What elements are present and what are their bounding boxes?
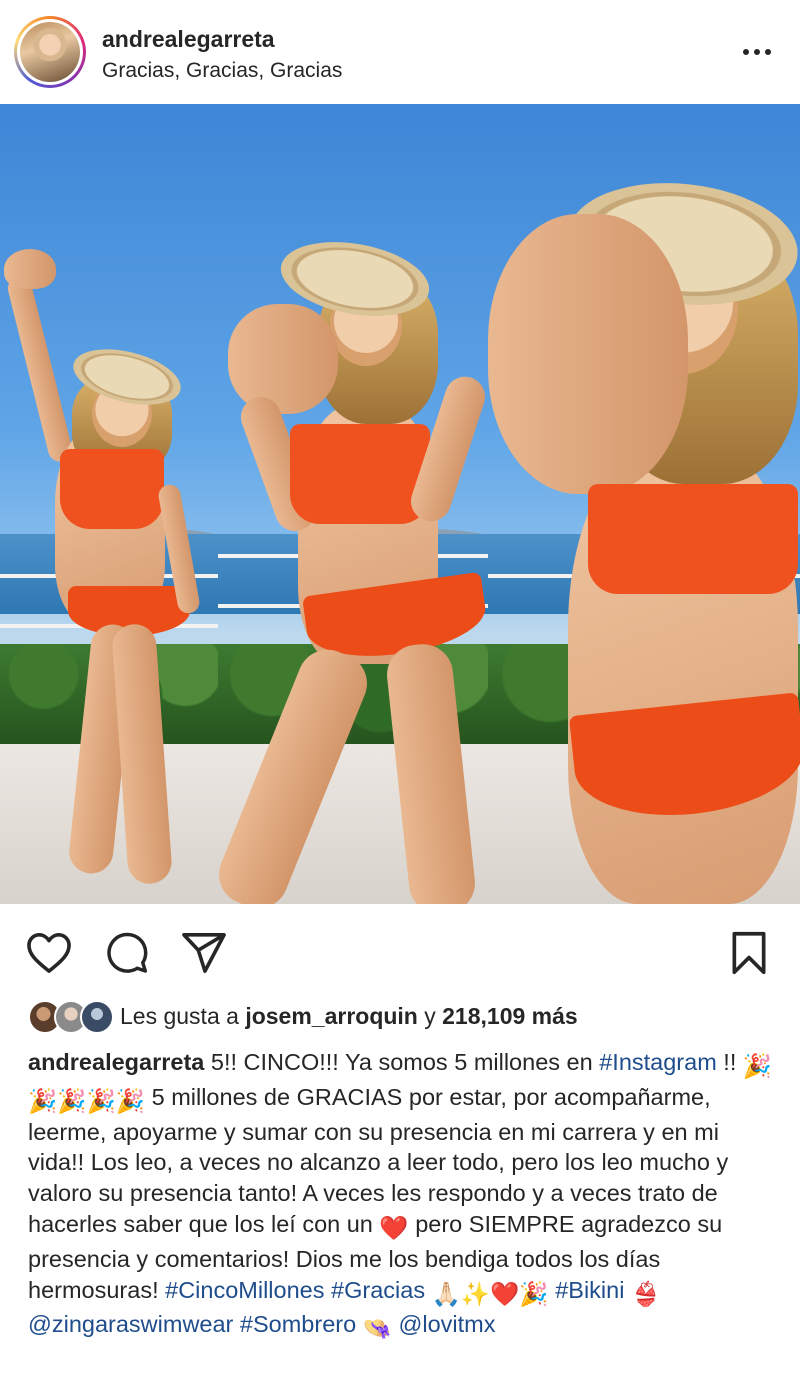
bookmark-icon bbox=[732, 931, 766, 975]
party-popper-icon: 🎉 bbox=[57, 1087, 87, 1114]
save-button[interactable] bbox=[724, 928, 774, 978]
more-dot-icon bbox=[754, 49, 760, 55]
likes-text: Les gusta a josem_arroquin y 218,109 más bbox=[120, 1002, 578, 1029]
hashtag-instagram[interactable]: #Instagram bbox=[599, 1049, 717, 1075]
party-popper-icon: 🎉 bbox=[742, 1053, 773, 1079]
hashtag-bikini[interactable]: #Bikini bbox=[555, 1277, 624, 1303]
liker-username[interactable]: josem_arroquin bbox=[245, 1003, 418, 1029]
liker-avatars bbox=[28, 998, 120, 1034]
party-popper-icon: 🎉 bbox=[519, 1280, 549, 1307]
post-photo[interactable] bbox=[0, 104, 800, 904]
bikini-icon: 👙 bbox=[630, 1280, 661, 1307]
comment-button[interactable] bbox=[102, 928, 152, 978]
mention-lovitmx[interactable]: @lovitmx bbox=[399, 1311, 496, 1337]
avatar-image bbox=[20, 22, 80, 82]
more-options-button[interactable] bbox=[735, 32, 779, 72]
post-header: andrealegarreta Gracias, Gracias, Gracia… bbox=[0, 0, 800, 104]
party-popper-icon: 🎉 bbox=[86, 1087, 116, 1114]
praying-hands-icon: 🙏🏻 bbox=[431, 1280, 461, 1307]
comment-icon bbox=[107, 932, 148, 973]
photo-panel-2 bbox=[218, 104, 488, 904]
liker-avatar bbox=[80, 1000, 114, 1034]
avatar[interactable] bbox=[14, 16, 86, 88]
hashtag-cincomillones[interactable]: #CincoMillones bbox=[165, 1277, 324, 1303]
more-dot-icon bbox=[743, 49, 749, 55]
hat-icon: 👒 bbox=[362, 1315, 392, 1342]
party-popper-icon: 🎉 bbox=[28, 1087, 58, 1114]
photo-panel-3 bbox=[488, 104, 800, 904]
hashtag-sombrero[interactable]: #Sombrero bbox=[240, 1311, 356, 1337]
caption-username[interactable]: andrealegarreta bbox=[28, 1049, 204, 1075]
sparkles-icon: ✨ bbox=[460, 1280, 491, 1307]
more-dot-icon bbox=[765, 49, 771, 55]
photo-panel-1 bbox=[0, 104, 218, 904]
like-button[interactable] bbox=[24, 928, 74, 978]
share-button[interactable] bbox=[178, 928, 230, 978]
post-username[interactable]: andrealegarreta bbox=[102, 26, 275, 53]
post-caption: andrealegarreta 5!! CINCO!!! Ya somos 5 … bbox=[28, 1047, 780, 1344]
likes-row[interactable]: Les gusta a josem_arroquin y 218,109 más bbox=[28, 996, 788, 1036]
post-subtitle[interactable]: Gracias, Gracias, Gracias bbox=[102, 59, 342, 83]
red-heart-icon: ❤️ bbox=[490, 1280, 520, 1307]
mention-zingaraswimwear[interactable]: @zingaraswimwear bbox=[28, 1311, 233, 1337]
post-actions bbox=[0, 904, 800, 996]
party-popper-icon: 🎉 bbox=[115, 1087, 146, 1114]
heart-icon bbox=[27, 933, 71, 973]
red-heart-icon: ❤️ bbox=[379, 1214, 409, 1241]
likes-count[interactable]: 218,109 más bbox=[442, 1003, 578, 1029]
hashtag-gracias[interactable]: #Gracias bbox=[331, 1277, 425, 1303]
send-icon bbox=[182, 933, 226, 973]
